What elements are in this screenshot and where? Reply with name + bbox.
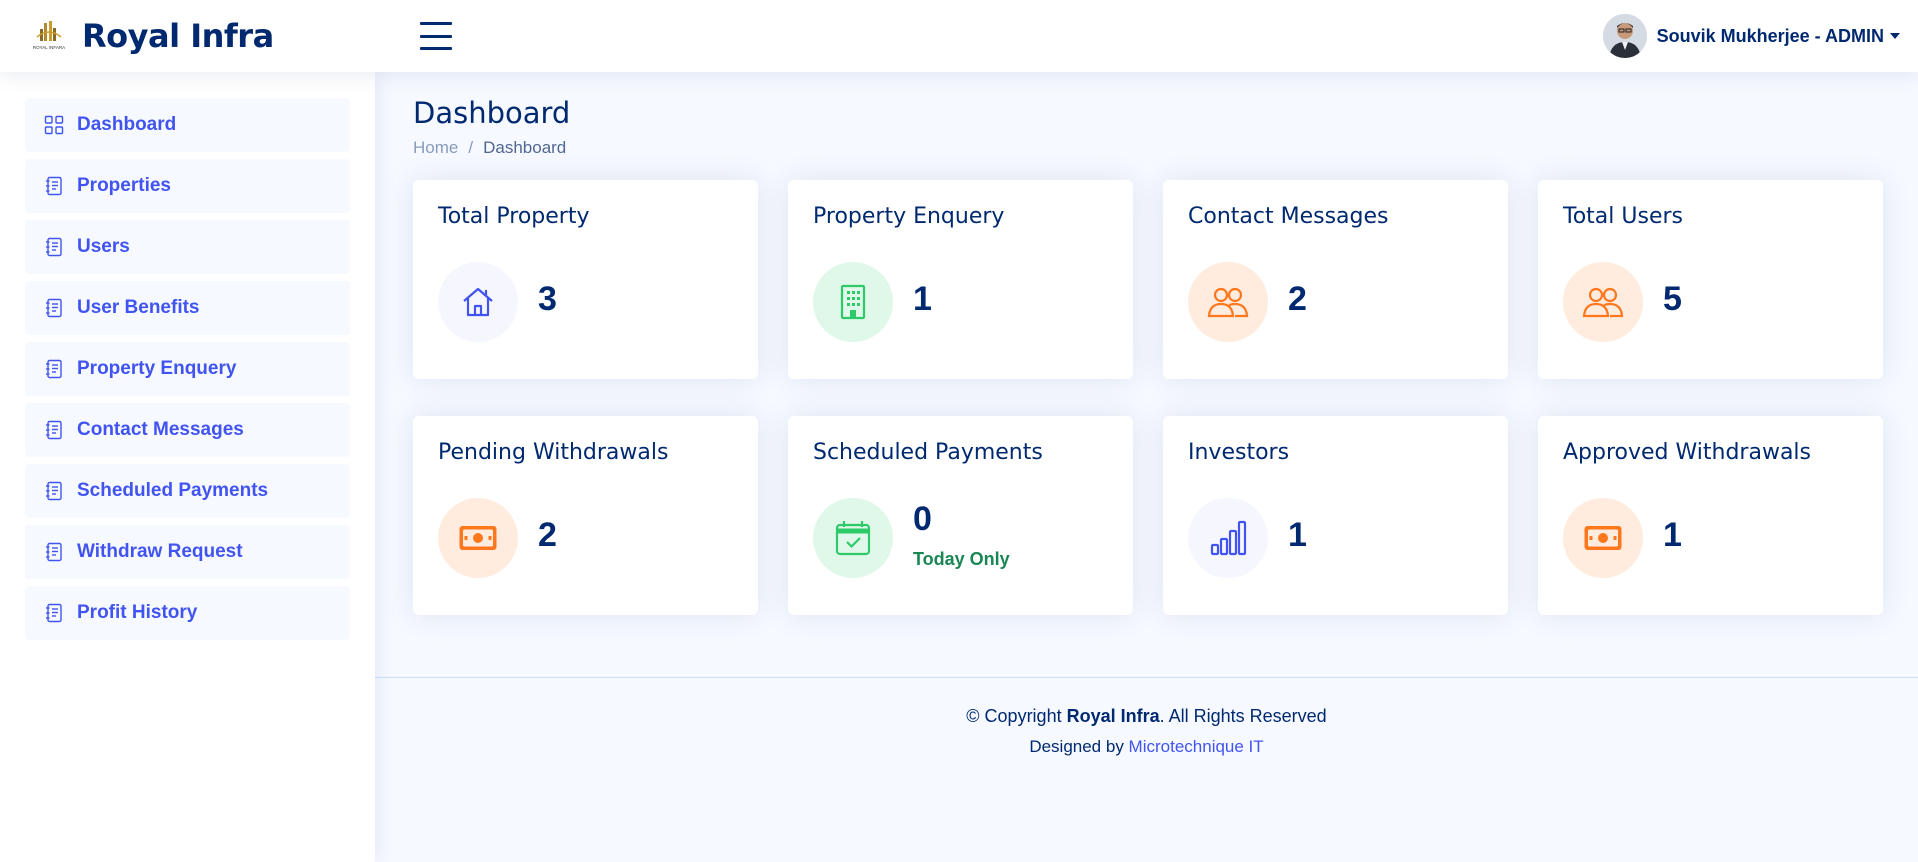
sidebar-item-label: Withdraw Request	[77, 541, 243, 562]
people-icon	[1188, 262, 1268, 342]
main-content: Dashboard Home / Dashboard Total Propert…	[375, 72, 1918, 862]
sidebar-item-label: Profit History	[77, 602, 198, 623]
house-icon	[438, 262, 518, 342]
building-icon	[813, 262, 893, 342]
card-title: Scheduled Payments	[813, 440, 1043, 465]
card-investors[interactable]: Investors 1	[1163, 416, 1508, 615]
copyright-text: © Copyright Royal Infra. All Rights Rese…	[375, 706, 1918, 727]
breadcrumb: Home / Dashboard	[413, 138, 566, 158]
card-value: 1	[1288, 516, 1307, 554]
sidebar: Dashboard Properties Users User Benefits…	[0, 72, 375, 862]
sidebar-item-users[interactable]: Users	[25, 220, 350, 274]
journal-text-icon	[43, 602, 65, 624]
sidebar-item-user-benefits[interactable]: User Benefits	[25, 281, 350, 335]
journal-text-icon	[43, 175, 65, 197]
sidebar-item-label: Users	[77, 236, 130, 257]
breadcrumb-separator: /	[468, 138, 474, 157]
journal-text-icon	[43, 419, 65, 441]
sidebar-item-label: Contact Messages	[77, 419, 244, 440]
card-value: 0	[913, 500, 932, 538]
card-property-enquery[interactable]: Property Enquery 1	[788, 180, 1133, 379]
sidebar-item-label: Dashboard	[77, 114, 177, 135]
credits-text: Designed by Microtechnique IT	[375, 737, 1918, 757]
logo-caption: ROYAL INFARA	[33, 45, 65, 50]
brand-logo-icon: ROYAL INFARA	[28, 18, 70, 54]
card-contact-messages[interactable]: Contact Messages 2	[1163, 180, 1508, 379]
avatar	[1602, 14, 1647, 58]
breadcrumb-home-link[interactable]: Home	[413, 138, 458, 158]
top-header: ROYAL INFARA Royal Infra Souvik Mukherje…	[0, 0, 1918, 72]
card-title: Contact Messages	[1188, 204, 1389, 229]
sidebar-item-dashboard[interactable]: Dashboard	[25, 98, 350, 152]
brand-logo-link[interactable]: ROYAL INFARA Royal Infra	[28, 17, 388, 55]
copyright-brand: Royal Infra	[1066, 706, 1160, 726]
page-title: Dashboard	[413, 96, 571, 130]
sidebar-item-contact-messages[interactable]: Contact Messages	[25, 403, 350, 457]
card-total-users[interactable]: Total Users 5	[1538, 180, 1883, 379]
card-title: Total Property	[438, 204, 590, 229]
card-subtitle: Today Only	[913, 549, 1010, 569]
sidebar-item-label: Properties	[77, 175, 171, 196]
hamburger-line	[420, 22, 452, 25]
bar-chart-icon	[1188, 498, 1268, 578]
journal-text-icon	[43, 480, 65, 502]
profile-dropdown[interactable]: Souvik Mukherjee - ADMIN	[1602, 14, 1900, 58]
sidebar-toggle-button[interactable]	[420, 22, 452, 50]
card-value: 2	[538, 516, 557, 554]
journal-text-icon	[43, 236, 65, 258]
sidebar-item-properties[interactable]: Properties	[25, 159, 350, 213]
card-title: Investors	[1188, 440, 1290, 465]
hamburger-line	[420, 47, 452, 50]
sidebar-item-property-enquery[interactable]: Property Enquery	[25, 342, 350, 396]
card-title: Property Enquery	[813, 204, 1005, 229]
copyright-suffix: . All Rights Reserved	[1159, 706, 1327, 726]
people-icon	[1563, 262, 1643, 342]
card-approved-withdrawals[interactable]: Approved Withdrawals 1	[1538, 416, 1883, 615]
profile-name: Souvik Mukherjee - ADMIN	[1656, 25, 1884, 46]
card-value: 3	[538, 280, 557, 318]
sidebar-item-label: User Benefits	[77, 297, 200, 318]
journal-text-icon	[43, 358, 65, 380]
designed-by-label: Designed by	[1029, 737, 1129, 756]
journal-text-icon	[43, 297, 65, 319]
card-pending-withdrawals[interactable]: Pending Withdrawals 2	[413, 416, 758, 615]
card-value: 2	[1288, 280, 1307, 318]
caret-down-icon	[1890, 33, 1900, 39]
card-total-property[interactable]: Total Property 3	[413, 180, 758, 379]
cash-icon	[438, 498, 518, 578]
copyright-prefix: © Copyright	[966, 706, 1067, 726]
card-value: 1	[913, 280, 932, 318]
designer-link[interactable]: Microtechnique IT	[1129, 737, 1264, 756]
brand-name: Royal Infra	[82, 17, 274, 55]
grid-icon	[43, 114, 65, 136]
card-value: 1	[1663, 516, 1682, 554]
card-title: Approved Withdrawals	[1563, 440, 1812, 465]
sidebar-item-withdraw-request[interactable]: Withdraw Request	[25, 525, 350, 579]
hamburger-line	[420, 34, 452, 38]
calendar-check-icon	[813, 498, 893, 578]
sidebar-item-scheduled-payments[interactable]: Scheduled Payments	[25, 464, 350, 518]
sidebar-item-label: Property Enquery	[77, 358, 237, 379]
sidebar-item-label: Scheduled Payments	[77, 480, 269, 501]
footer: © Copyright Royal Infra. All Rights Rese…	[375, 677, 1918, 757]
card-scheduled-payments[interactable]: Scheduled Payments 0 Today Only	[788, 416, 1133, 615]
breadcrumb-current: Dashboard	[483, 138, 567, 157]
card-value: 5	[1663, 280, 1682, 318]
journal-text-icon	[43, 541, 65, 563]
cash-icon	[1563, 498, 1643, 578]
sidebar-item-profit-history[interactable]: Profit History	[25, 586, 350, 640]
card-title: Total Users	[1563, 204, 1683, 229]
card-title: Pending Withdrawals	[438, 440, 669, 465]
